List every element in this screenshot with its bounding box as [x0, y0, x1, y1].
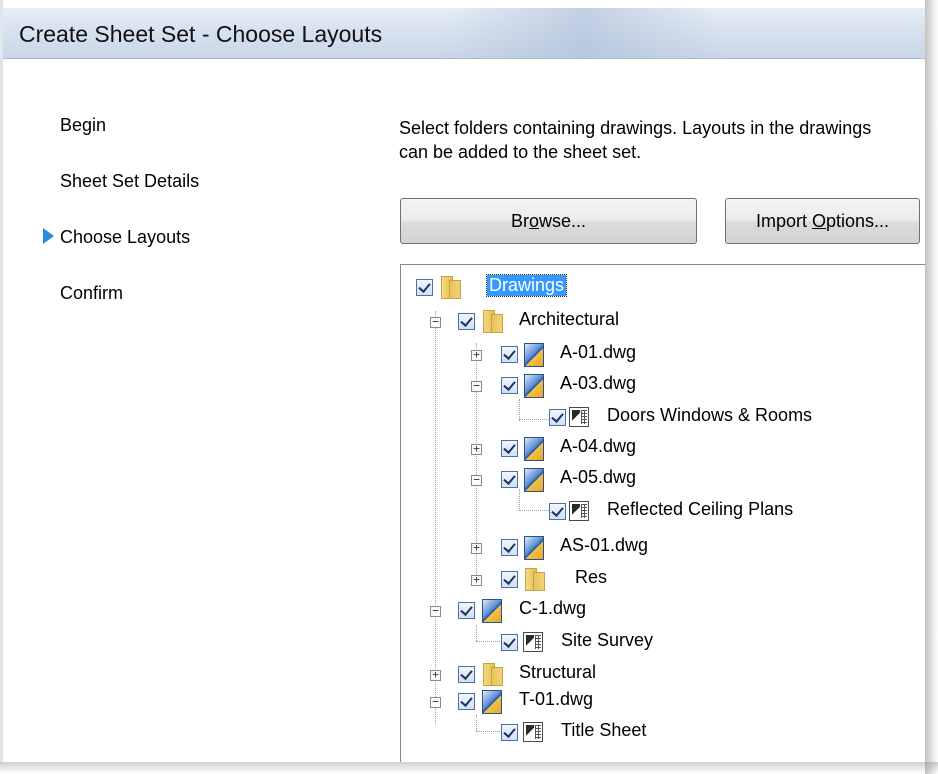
tree-node-drawings[interactable]: Drawings [401, 274, 925, 301]
collapse-icon[interactable]: − [430, 605, 441, 617]
tree-node-a-05[interactable]: − A-05.dwg [401, 467, 925, 493]
tree-node-label: C-1.dwg [519, 598, 587, 618]
import-options-button[interactable]: Import Options... [725, 198, 920, 244]
tree-node-label: Doors Windows & Rooms [607, 405, 813, 425]
tree-node-label: T-01.dwg [519, 689, 594, 709]
folder-icon [523, 568, 545, 591]
expand-icon[interactable]: + [430, 669, 441, 681]
window-shadow-right [925, 0, 938, 774]
tree-node-title-sheet[interactable]: Title Sheet [401, 720, 925, 746]
collapse-icon[interactable]: − [430, 696, 441, 708]
expand-icon[interactable]: + [471, 349, 482, 361]
tree-node-structural[interactable]: + Structural [401, 662, 925, 688]
checkbox[interactable] [501, 346, 518, 363]
tree-node-label: Structural [519, 662, 597, 682]
wizard-steps: Begin Sheet Set Details Choose Layouts C… [3, 60, 373, 760]
import-options-button-label: Import Options... [755, 210, 890, 231]
tree-node-label: Site Survey [561, 630, 654, 650]
tree-node-label: A-03.dwg [560, 373, 637, 393]
tree-node-label: Title Sheet [561, 720, 647, 740]
tree-node-site-survey[interactable]: Site Survey [401, 630, 925, 656]
collapse-icon[interactable]: − [430, 316, 441, 328]
step-begin: Begin [60, 115, 107, 135]
current-step-arrow-icon [43, 228, 54, 244]
tree-node-reflected-ceiling-plans[interactable]: Reflected Ceiling Plans [401, 499, 925, 525]
title-bar-glass-reflection [443, 8, 723, 58]
dwg-file-icon [523, 436, 545, 461]
window-title: Create Sheet Set - Choose Layouts [19, 21, 383, 47]
tree-node-c-1[interactable]: − C-1.dwg [401, 598, 925, 624]
tree-node-label: Res [575, 567, 608, 587]
create-sheet-set-dialog: Create Sheet Set - Choose Layouts Begin … [0, 0, 925, 762]
step-sheet-set-details: Sheet Set Details [60, 171, 200, 191]
drawings-tree-view[interactable]: Drawings − Architectural + A-01.dwg − A-… [400, 264, 925, 762]
tree-node-res[interactable]: + Res [401, 567, 925, 593]
checkbox[interactable] [501, 634, 518, 651]
title-bar[interactable]: Create Sheet Set - Choose Layouts [3, 8, 925, 59]
checkbox[interactable] [501, 571, 518, 588]
tree-node-a-03[interactable]: − A-03.dwg [401, 373, 925, 399]
dwg-file-icon [523, 535, 545, 560]
checkbox[interactable] [458, 693, 475, 710]
expand-icon[interactable]: + [471, 574, 482, 586]
step-confirm: Confirm [60, 283, 124, 303]
dwg-file-icon [523, 342, 545, 367]
tree-node-as-01[interactable]: + AS-01.dwg [401, 535, 925, 561]
checkbox[interactable] [501, 471, 518, 488]
folder-icon [481, 310, 503, 333]
checkbox[interactable] [549, 503, 566, 520]
tree-node-label: Drawings [485, 274, 568, 297]
dwg-file-icon [523, 467, 545, 492]
checkbox[interactable] [501, 539, 518, 556]
instructions-text: Select folders containing drawings. Layo… [399, 118, 872, 162]
collapse-icon[interactable]: − [471, 474, 482, 486]
dwg-file-icon [481, 598, 503, 623]
dwg-file-icon [481, 689, 503, 714]
tree-node-label: A-04.dwg [560, 436, 637, 456]
browse-button[interactable]: Browse... [400, 198, 697, 244]
collapse-icon[interactable]: − [471, 380, 482, 392]
browse-button-label: Browse... [510, 210, 587, 231]
checkbox[interactable] [416, 279, 433, 296]
layout-sheet-icon [523, 722, 543, 742]
checkbox[interactable] [549, 409, 566, 426]
expand-icon[interactable]: + [471, 443, 482, 455]
tree-node-a-04[interactable]: + A-04.dwg [401, 436, 925, 462]
tree-node-label: Reflected Ceiling Plans [607, 499, 794, 519]
checkbox[interactable] [458, 313, 475, 330]
tree-node-architectural[interactable]: − Architectural [401, 309, 925, 335]
folder-icon [481, 663, 503, 686]
window-shadow-bottom [0, 762, 938, 774]
tree-node-label: AS-01.dwg [560, 535, 649, 555]
folder-icon [439, 276, 461, 299]
tree-node-label: Architectural [519, 309, 620, 329]
tree-node-a-01[interactable]: + A-01.dwg [401, 342, 925, 368]
tree-node-label: A-01.dwg [560, 342, 637, 362]
layout-sheet-icon [523, 632, 543, 652]
checkbox[interactable] [458, 666, 475, 683]
checkbox[interactable] [501, 724, 518, 741]
tree-node-t-01[interactable]: − T-01.dwg [401, 689, 925, 715]
layout-sheet-icon [569, 407, 589, 427]
step-choose-layouts: Choose Layouts [60, 227, 191, 247]
checkbox[interactable] [501, 377, 518, 394]
checkbox[interactable] [458, 602, 475, 619]
tree-node-label: A-05.dwg [560, 467, 637, 487]
layout-sheet-icon [569, 501, 589, 521]
dwg-file-icon [523, 373, 545, 398]
tree-node-doors-windows-rooms[interactable]: Doors Windows & Rooms [401, 405, 925, 431]
expand-icon[interactable]: + [471, 542, 482, 554]
checkbox[interactable] [501, 440, 518, 457]
